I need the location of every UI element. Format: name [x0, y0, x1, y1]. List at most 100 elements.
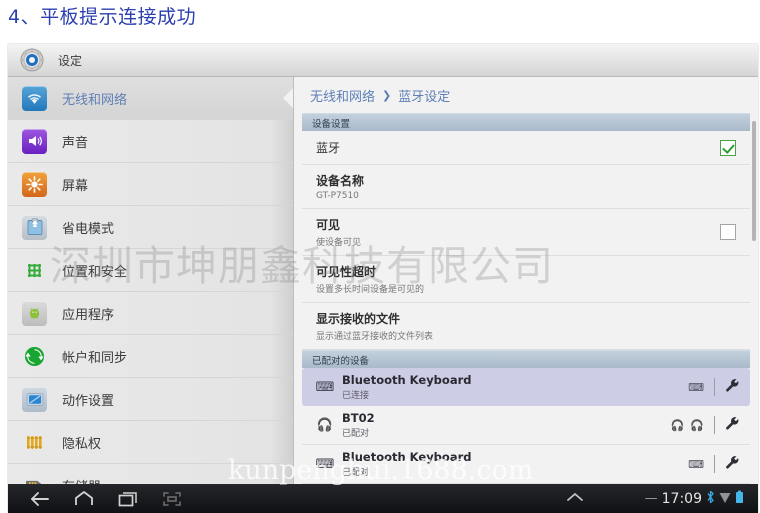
notification-dash: — [644, 491, 658, 506]
device-status: 已连接 [342, 391, 370, 401]
sidebar-item-display[interactable]: 屏幕 [8, 163, 293, 206]
sidebar-item-label: 应用程序 [62, 307, 115, 323]
row-visibility-timeout[interactable]: 可见性超时 设置多长时间设备是可见的 [302, 256, 750, 303]
selection-pointer [283, 87, 293, 109]
sidebar-item-label: 无线和网络 [62, 92, 128, 108]
device-name: BT02 [342, 411, 375, 425]
section-header-paired-devices: 已配对的设备 [302, 350, 750, 368]
app-title-bar: 设定 [8, 44, 758, 77]
divider [714, 378, 715, 396]
chevron-up-icon[interactable] [565, 491, 585, 507]
row-device-name[interactable]: 设备名称 GT-P7510 [302, 165, 750, 209]
tablet-screen: 设定 无线和网络 声音 屏幕 省电模式 位置和安全 应用程序 帐户和同步 动作设… [8, 44, 758, 513]
sidebar-item-accounts-sync[interactable]: 帐户和同步 [8, 335, 293, 378]
divider [714, 455, 715, 473]
sidebar-item-label: 动作设置 [62, 393, 115, 409]
device-row[interactable]: ⌨ Bluetooth Keyboard 已配对 ⌨ [302, 445, 750, 484]
sidebar-item-applications[interactable]: 应用程序 [8, 292, 293, 335]
battery-icon [735, 490, 744, 507]
sidebar-item-label: 存储器 [62, 476, 101, 485]
app-body: 无线和网络 声音 屏幕 省电模式 位置和安全 应用程序 帐户和同步 动作设置 隐… [8, 77, 758, 484]
row-subtitle: 使设备可见 [316, 238, 362, 248]
visible-checkbox[interactable] [720, 224, 736, 240]
screenshot-root: 4、平板提示连接成功 设定 无线和网络 声音 屏幕 省电模式 位置和安全 应用程… [0, 0, 760, 513]
display-icon [22, 171, 47, 197]
row-subtitle: 设置多长时间设备是可见的 [316, 285, 425, 295]
row-subtitle: 显示通过蓝牙接收的文件列表 [316, 332, 434, 342]
sidebar-item-label: 位置和安全 [62, 264, 128, 280]
breadcrumb-parent[interactable]: 无线和网络 [310, 86, 375, 105]
keyboard-icon: ⌨ [315, 456, 335, 472]
device-actions[interactable]: ⌨ [688, 378, 740, 397]
applications-icon [22, 300, 47, 326]
device-status: 已配对 [342, 429, 370, 439]
wrench-icon[interactable] [725, 416, 740, 435]
sidebar-item-storage[interactable]: 存储器 [8, 464, 293, 484]
device-name: Bluetooth Keyboard [342, 373, 472, 387]
sidebar-item-label: 帐户和同步 [62, 350, 128, 366]
sound-icon [22, 128, 47, 154]
bluetooth-icon [706, 490, 715, 507]
bluetooth-checkbox[interactable] [720, 139, 736, 156]
motion-settings-icon [22, 386, 47, 412]
wifi-icon [22, 85, 47, 111]
privacy-icon [22, 430, 47, 455]
keyboard-icon: ⌨ [315, 379, 335, 395]
power-saving-icon [22, 214, 47, 240]
system-navigation-bar[interactable]: — 17:09 [8, 484, 758, 513]
storage-icon [22, 473, 47, 484]
gear-icon [20, 48, 44, 72]
device-actions[interactable]: ⌨ [688, 455, 740, 474]
breadcrumb[interactable]: 无线和网络 ❯ 蓝牙设定 [294, 77, 758, 113]
row-title: 可见 [316, 218, 341, 232]
row-subtitle: GT-P7510 [316, 191, 359, 201]
row-title: 显示接收的文件 [316, 312, 401, 326]
sidebar-item-label: 声音 [62, 135, 89, 151]
signal-icon [719, 491, 731, 507]
row-visible[interactable]: 可见 使设备可见 [302, 209, 750, 256]
sidebar-item-privacy[interactable]: 隐私权 [8, 421, 293, 464]
device-status: 已配对 [342, 468, 370, 478]
device-row[interactable]: 🎧 BT02 已配对 🎧 🎧 [302, 406, 750, 445]
clock-label: 17:09 [661, 490, 702, 507]
accounts-sync-icon [22, 344, 47, 369]
sidebar-item-label: 隐私权 [62, 436, 102, 452]
headphones-icon: 🎧 [690, 418, 704, 432]
sidebar-item-label: 屏幕 [62, 178, 89, 194]
screenshot-icon[interactable] [150, 484, 194, 513]
sidebar-item-motion-settings[interactable]: 动作设置 [8, 378, 293, 421]
home-icon[interactable] [62, 484, 106, 513]
headset-icon: 🎧 [670, 418, 685, 432]
app-title-label: 设定 [58, 53, 83, 68]
keyboard-icon: ⌨ [688, 380, 704, 394]
keyboard-icon: ⌨ [688, 457, 704, 471]
device-actions[interactable]: 🎧 🎧 [671, 416, 740, 435]
back-icon[interactable] [18, 484, 62, 513]
section-header-device-settings: 设备设置 [302, 113, 750, 131]
row-title: 可见性超时 [316, 265, 377, 279]
breadcrumb-current: 蓝牙设定 [398, 89, 451, 105]
status-area[interactable]: — 17:09 [645, 490, 748, 507]
recent-apps-icon[interactable] [106, 484, 150, 513]
row-title: 设备名称 [316, 174, 365, 188]
wrench-icon[interactable] [725, 455, 740, 474]
scrollbar-thumb[interactable] [752, 121, 756, 241]
divider [714, 416, 715, 434]
row-bluetooth[interactable]: 蓝牙 [302, 131, 750, 165]
sidebar-item-power-saving[interactable]: 省电模式 [8, 206, 293, 249]
settings-sidebar[interactable]: 无线和网络 声音 屏幕 省电模式 位置和安全 应用程序 帐户和同步 动作设置 隐… [8, 77, 294, 484]
device-row[interactable]: ⌨ Bluetooth Keyboard 已连接 ⌨ [302, 368, 750, 406]
chevron-right-icon: ❯ [382, 88, 392, 102]
device-name: Bluetooth Keyboard [342, 450, 472, 464]
sidebar-item-sound[interactable]: 声音 [8, 120, 293, 163]
wrench-icon[interactable] [725, 378, 740, 397]
sidebar-item-location-security[interactable]: 位置和安全 [8, 249, 293, 292]
row-title: 蓝牙 [316, 141, 341, 155]
location-security-icon [22, 258, 47, 283]
headset-icon: 🎧 [316, 417, 334, 433]
row-show-received-files[interactable]: 显示接收的文件 显示通过蓝牙接收的文件列表 [302, 303, 750, 350]
sidebar-item-wireless-network[interactable]: 无线和网络 [8, 77, 293, 120]
page-title: 4、平板提示连接成功 [8, 6, 197, 28]
settings-content: 无线和网络 ❯ 蓝牙设定 设备设置 蓝牙 设备名称 GT-P7510 可见 使设… [294, 77, 758, 484]
sidebar-item-label: 省电模式 [62, 221, 115, 237]
